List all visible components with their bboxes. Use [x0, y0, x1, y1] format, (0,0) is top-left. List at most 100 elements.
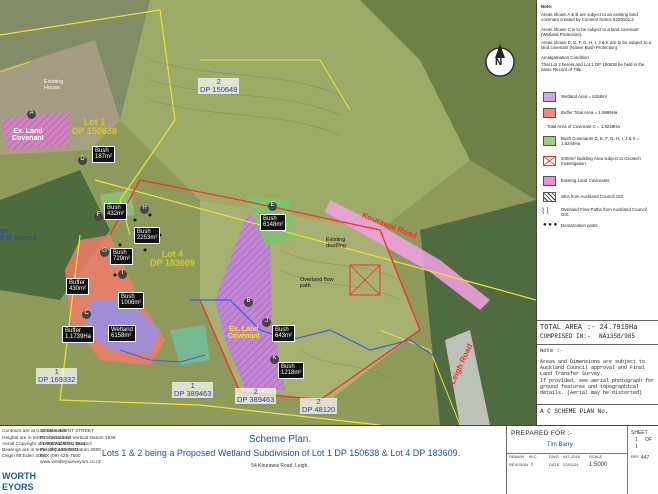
covenant-letter-i: I — [118, 270, 127, 279]
area-line2: 729m² — [113, 256, 131, 263]
notes-heading: Note: — [541, 4, 553, 9]
address-line-1: 33 BEAUMONT STREET — [40, 429, 95, 434]
sheet-label: SHEET — [631, 430, 648, 436]
legend-text-existing: Existing Land Covenants — [561, 178, 610, 183]
dwg-label: DWG — [549, 454, 559, 459]
annotation-line2: House — [44, 84, 60, 91]
north-letter: N — [495, 57, 503, 68]
covenant-letter-j: J — [262, 318, 271, 327]
area-line2: 1218m² — [281, 370, 302, 377]
annotation-line2: path — [300, 282, 311, 289]
drawn-value: W.C. — [529, 454, 538, 459]
annotation-existing-house: Existing House — [44, 79, 63, 92]
covenant-letter-h: H — [140, 205, 149, 214]
covenant-line2: Covenant — [12, 135, 44, 143]
area-line2: 430m² — [69, 286, 87, 293]
divider — [537, 320, 658, 321]
divider — [537, 344, 658, 345]
area-line2: 6148m² — [263, 222, 284, 229]
dp-label-b1: 1 DP 389463 — [172, 382, 214, 398]
legend-swatch-buffer — [543, 108, 556, 118]
dwg-value: 447-2016 — [563, 454, 580, 459]
existing-covenant-label-1: Ex. Land Covenant — [12, 128, 44, 143]
lot-line2: DP 150638 — [72, 126, 117, 137]
scheme-title: Scheme Plan. — [248, 434, 312, 445]
area-line2: 2253m² — [137, 235, 158, 242]
total-area-label: TOTAL AREA — [540, 324, 583, 332]
existing-covenant-label-2: Ex. Land Covenant — [228, 326, 260, 341]
address-line-5: FAX (09) 425-7560 — [40, 454, 81, 459]
date-label: DATE — [549, 462, 560, 467]
scale-label: SCALE — [589, 454, 603, 459]
revision-label: REVISION — [509, 462, 529, 467]
covenant-letter-a: A — [27, 110, 36, 119]
legend-text-building: 2000m² Building Area subject to Geotech … — [561, 156, 641, 167]
area-label-bush-h: Bush 1218m² — [278, 362, 305, 379]
legend-swatch-flood: ⌇⌇ — [541, 206, 550, 216]
area-line2: 432m² — [107, 211, 125, 218]
address-line-2: P.O. BOX 143 — [40, 436, 70, 441]
covenant-letter-k: K — [270, 355, 279, 364]
legend-text-demarcation: Demarcation posts — [561, 223, 598, 228]
note-5: That Lot 2 herein and Lot 1 DP 150638 be… — [541, 62, 645, 73]
address-line-3: WARKWORTH, 0941 — [40, 442, 86, 447]
divider — [537, 404, 658, 405]
area-line2: 1006m² — [121, 300, 142, 307]
lot-line2: DP 183609 — [150, 258, 195, 269]
covenant-letter-b: B — [244, 298, 253, 307]
title-block: Contours are at 0.5m intervals Heights a… — [0, 425, 536, 494]
legend-swatch-existing — [543, 176, 556, 186]
legend-swatch-bush — [543, 136, 556, 146]
date-value: 22/01/24 — [563, 462, 579, 467]
legend-panel: Note: Areas shown A & B are subject to a… — [536, 0, 658, 493]
scale-value: 1:5000 — [589, 462, 608, 468]
legend-swatch-demarcation: ● ● ● — [543, 222, 558, 228]
of-label: OF — [645, 437, 652, 443]
covenant-letter-c: C — [82, 310, 91, 319]
prepared-for-box: PREPARED FOR :- Tim Barry DRAWN W.C. DWG… — [506, 425, 658, 494]
covenant-letter-d: D — [78, 156, 87, 165]
note-2: Areas shown C is to be subject to a land… — [541, 27, 639, 38]
note2-line-2: If provided, see aerial photograph for g… — [540, 378, 655, 396]
lot-label-lot4: Lot 4 DP 183609 — [150, 249, 195, 269]
legend-text-total: Total Area of Covenant C = 1.8228Ha — [547, 124, 620, 129]
legend-text-flood: Overland Flow Paths from Auckland Counci… — [561, 207, 647, 218]
lot-label-lot1: Lot 1 DP 150638 — [72, 117, 117, 137]
dp-label-bl: 1 DP 169332 — [36, 368, 78, 384]
annotation-existing-dwelling: Existing dwelling — [326, 237, 346, 250]
sheet-value: 1 — [635, 437, 638, 443]
area-label-buffer-b: Buffer 1.1739Ha — [62, 326, 95, 343]
note2-heading: Note :- — [540, 347, 564, 354]
legend-swatch-sea — [543, 192, 556, 202]
covenant-letter-e: E — [268, 202, 277, 211]
covenant-letter-g: G — [100, 248, 109, 257]
left-edge-line2: 8 of Stroma — [0, 235, 37, 243]
dp-text: DP 389463 — [237, 394, 275, 404]
covenant-line2: Covenant — [228, 333, 260, 341]
scheme-address: 54 Kourawai Road, Leigh. — [251, 463, 309, 469]
scheme-plan-number-label: A C SCHEME PLAN No. — [540, 408, 609, 415]
map-graphics — [0, 0, 536, 425]
ref-label: REF — [631, 454, 639, 459]
legend-text-bush: Bush Covenants D, E, F, G, H, I, J & K =… — [561, 136, 640, 147]
area-label-bush-c: Bush 729m² — [110, 248, 134, 265]
area-label-bush-a: Bush 187m² — [92, 146, 116, 163]
legend-text-sea: SEA from Auckland Council GIS — [561, 194, 624, 199]
covenant-line1: Ex. Land — [13, 128, 43, 135]
note-1: Areas shown A & B are subject to an exis… — [541, 12, 638, 23]
dp-text: DP 389463 — [174, 388, 212, 398]
area-label-bush-d: Bush 2253m² — [134, 227, 161, 244]
dp-text: DP 150648 — [200, 84, 238, 94]
dp-label-top: 2 DP 150648 — [198, 78, 240, 94]
area-line2: 1.1739Ha — [65, 334, 92, 341]
dp-label-br: 2 DP 48120 — [300, 398, 338, 414]
comprised-label: COMPRISED IN:- — [540, 333, 591, 340]
dp-text: DP 48120 — [302, 404, 336, 414]
comprised-value: NA135B/985 — [599, 333, 636, 340]
legend-swatch-building — [543, 156, 556, 166]
area-label-wetland: Wetland 6158m² — [108, 325, 136, 342]
annotation-line2: dwelling — [326, 242, 346, 249]
prepared-for-label: PREPARED FOR :- — [511, 430, 573, 437]
area-line2: 6158m² — [111, 333, 132, 340]
left-edge-label: en 8 of Stroma — [0, 228, 36, 243]
